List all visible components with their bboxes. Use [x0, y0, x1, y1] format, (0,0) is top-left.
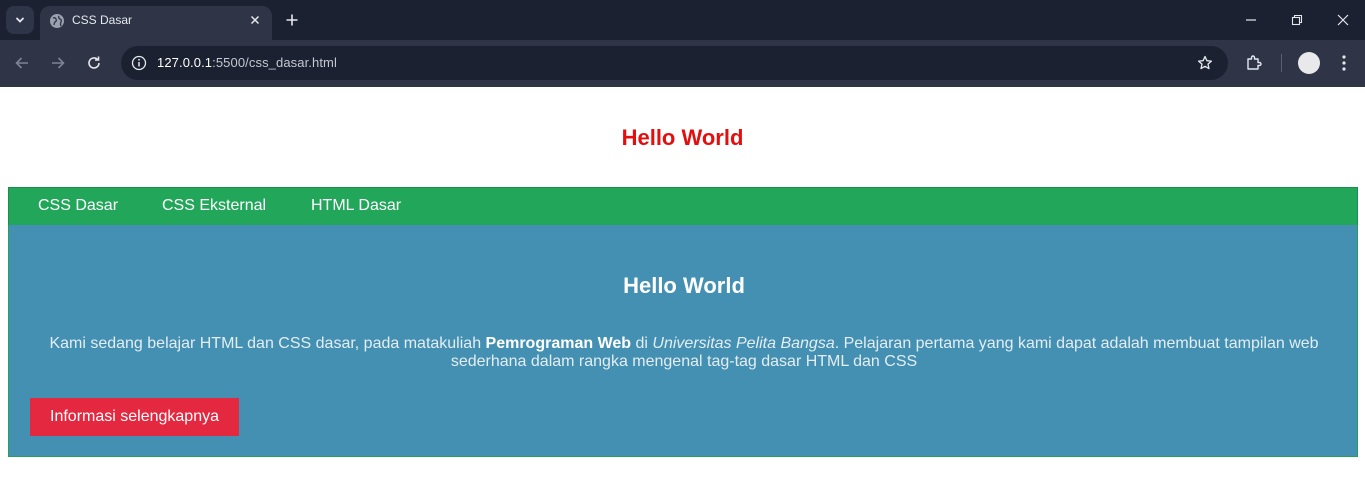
hero-paragraph: Kami sedang belajar HTML dan CSS dasar, … [39, 335, 1329, 371]
nav-link-html-dasar[interactable]: HTML Dasar [311, 197, 401, 215]
bookmark-button[interactable] [1196, 54, 1214, 72]
browser-toolbar: 127.0.0.1:5500/css_dasar.html [0, 40, 1365, 87]
window-close-button[interactable] [1331, 8, 1355, 32]
hero-title: Hello World [623, 273, 745, 298]
plus-icon [286, 14, 298, 26]
nav-bar: CSS Dasar CSS Eksternal HTML Dasar [8, 187, 1358, 226]
address-bar[interactable]: 127.0.0.1:5500/css_dasar.html [121, 46, 1228, 80]
hero-text-bold: Pemrograman Web [485, 335, 632, 352]
more-vertical-icon [1342, 55, 1346, 71]
reload-icon [88, 56, 100, 69]
nav-link-css-dasar[interactable]: CSS Dasar [38, 197, 118, 215]
tab-close-button[interactable] [246, 11, 264, 29]
chevron-down-icon [16, 17, 24, 23]
back-button[interactable] [11, 52, 33, 74]
new-tab-button[interactable] [282, 10, 302, 30]
hero-section: Hello World Kami sedang belajar HTML dan… [8, 225, 1358, 457]
nav-link-css-eksternal[interactable]: CSS Eksternal [162, 197, 266, 215]
tab-search-button[interactable] [6, 6, 34, 34]
web-page: Hello World CSS Dasar CSS Eksternal HTML… [0, 87, 1365, 480]
minimize-icon [1246, 19, 1256, 21]
restore-icon [1291, 14, 1303, 26]
profile-avatar[interactable] [1298, 52, 1320, 74]
tab-title: CSS Dasar [72, 13, 133, 27]
restore-button[interactable] [1285, 8, 1309, 32]
arrow-left-icon [15, 57, 28, 69]
hero-text-part2: di [631, 335, 653, 352]
toolbar-divider [1281, 54, 1282, 72]
site-info-button[interactable] [129, 53, 149, 73]
url-path: :5500/css_dasar.html [212, 55, 337, 70]
hero-text-part1: Kami sedang belajar HTML dan CSS dasar, … [49, 335, 486, 352]
browser-tab[interactable]: CSS Dasar [40, 6, 272, 40]
forward-button[interactable] [47, 52, 69, 74]
hero-text-italic: Universitas Pelita Bangsa [652, 335, 835, 352]
menu-button[interactable] [1333, 52, 1355, 74]
minimize-button[interactable] [1239, 8, 1263, 32]
globe-icon [50, 14, 64, 28]
url-host: 127.0.0.1 [157, 55, 213, 70]
puzzle-icon [1247, 55, 1262, 70]
arrow-right-icon [52, 57, 65, 69]
browser-tab-strip: CSS Dasar [0, 0, 1365, 40]
page-title: Hello World [621, 125, 744, 150]
star-icon [1197, 55, 1213, 70]
close-icon [1337, 14, 1349, 26]
url-text: 127.0.0.1:5500/css_dasar.html [157, 55, 337, 70]
extensions-button[interactable] [1243, 52, 1265, 74]
info-icon [131, 55, 147, 71]
close-icon [250, 15, 260, 25]
more-info-button[interactable]: Informasi selengkapnya [30, 398, 239, 436]
reload-button[interactable] [83, 52, 105, 74]
